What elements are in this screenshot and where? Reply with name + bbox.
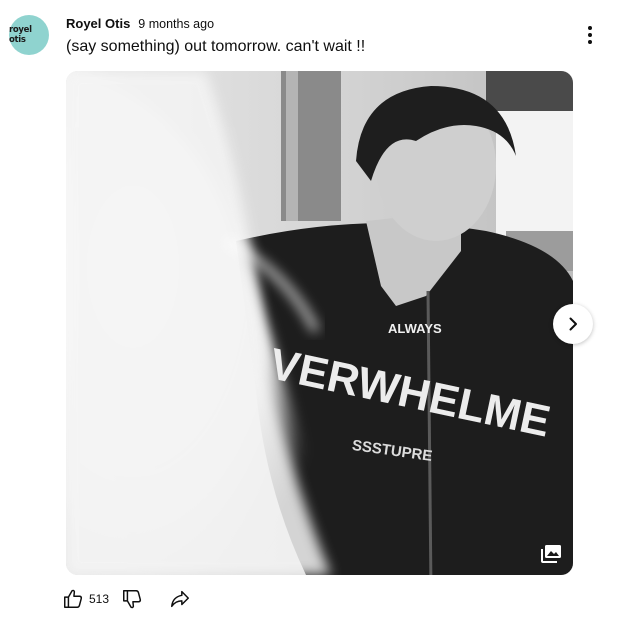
chevron-right-icon [569, 317, 577, 331]
post-timestamp[interactable]: 9 months ago [138, 17, 214, 31]
gallery-icon [537, 541, 565, 567]
next-image-button[interactable] [553, 304, 593, 344]
post-image[interactable]: ALWAYS VERWHELME SSSTUPRE [66, 71, 573, 575]
more-options-button[interactable] [578, 22, 602, 48]
post-text: (say something) out tomorrow. can't wait… [66, 38, 366, 55]
channel-avatar[interactable]: royel otis [9, 15, 49, 55]
like-button[interactable]: 513 [62, 588, 109, 610]
photo-illustration: ALWAYS VERWHELME SSSTUPRE [66, 71, 573, 575]
hoodie-text-top: ALWAYS [388, 321, 442, 336]
thumbs-down-icon [123, 590, 142, 609]
share-icon [171, 590, 190, 608]
post-actions: 513 [62, 587, 191, 611]
dislike-button[interactable] [121, 588, 143, 610]
thumbs-up-icon [64, 589, 83, 608]
post-header: Royel Otis 9 months ago [66, 16, 214, 31]
more-vertical-icon [588, 26, 592, 30]
share-button[interactable] [169, 588, 191, 610]
avatar-logo-text: royel otis [9, 25, 32, 45]
channel-name[interactable]: Royel Otis [66, 16, 130, 31]
like-count: 513 [89, 592, 110, 606]
